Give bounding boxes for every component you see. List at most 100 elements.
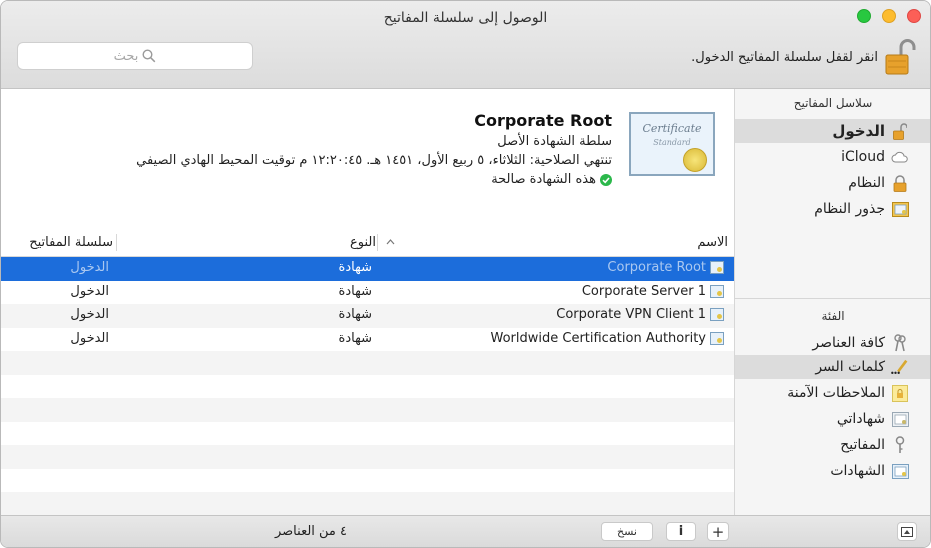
row-name: Corporate VPN Client 1 bbox=[556, 307, 706, 322]
certificate-icon bbox=[710, 261, 724, 274]
sidebar-divider bbox=[735, 298, 930, 299]
sidebar-item-icloud[interactable]: iCloud bbox=[735, 145, 930, 169]
sort-ascending-icon[interactable] bbox=[386, 239, 395, 245]
zoom-window-button[interactable] bbox=[857, 9, 871, 23]
row-keychain: الدخول bbox=[70, 330, 109, 346]
row-name: Worldwide Certification Authority bbox=[490, 330, 706, 346]
category-header: الفئة bbox=[821, 309, 845, 323]
keychains-header: سلاسل المفاتيح bbox=[793, 96, 873, 110]
sidebar-item-label: الشهادات bbox=[830, 463, 885, 479]
key-icon bbox=[891, 436, 909, 454]
toolbar: الوصول إلى سلسلة المفاتيح بحث انقر لقفل … bbox=[1, 1, 930, 89]
certificate-preview-title: Certificate bbox=[642, 122, 702, 135]
sidebar-item-label: الدخول bbox=[832, 122, 885, 140]
search-field[interactable]: بحث bbox=[17, 42, 253, 70]
certificate-icon bbox=[710, 284, 724, 298]
unlocked-padlock-icon bbox=[891, 122, 909, 140]
my-certificate-icon bbox=[891, 410, 909, 428]
secure-note-icon bbox=[891, 384, 909, 402]
sidebar-toggle-icon bbox=[901, 526, 913, 537]
empty-row bbox=[1, 445, 734, 469]
column-divider[interactable] bbox=[377, 234, 378, 251]
toggle-sidebar-button[interactable] bbox=[897, 522, 917, 541]
items-table: Corporate Root شهادة الدخول Corporate Se… bbox=[1, 257, 734, 516]
certificate-type: سلطة الشهادة الأصل bbox=[497, 134, 612, 149]
sidebar-item-label: جذور النظام bbox=[814, 201, 885, 217]
empty-row bbox=[1, 492, 734, 516]
certificate-icon bbox=[891, 462, 909, 480]
item-count: ٤ من العناصر bbox=[274, 524, 348, 539]
main-pane: Certificate Standard Corporate Root سلطة… bbox=[1, 89, 734, 516]
empty-row bbox=[1, 422, 734, 446]
sidebar-item-label: كافة العناصر bbox=[812, 335, 885, 351]
minimize-window-button[interactable] bbox=[882, 9, 896, 23]
sidebar-item-passwords[interactable]: كلمات السر bbox=[735, 355, 930, 379]
search-placeholder: بحث bbox=[113, 48, 139, 64]
certificate-info: Corporate Root سلطة الشهادة الأصل تنتهي … bbox=[136, 111, 612, 187]
row-keychain: الدخول bbox=[70, 283, 109, 299]
all-items-icon bbox=[891, 334, 909, 352]
row-name: Corporate Root bbox=[607, 260, 706, 275]
empty-row bbox=[1, 375, 734, 399]
sidebar-item-keys[interactable]: المفاتيح bbox=[735, 433, 930, 457]
valid-checkmark-icon bbox=[600, 173, 612, 186]
row-kind: شهادة bbox=[338, 330, 372, 346]
row-kind: شهادة bbox=[338, 307, 372, 322]
sidebar-item-label: النظام bbox=[848, 175, 885, 191]
column-header-keychain[interactable]: سلسلة المفاتيح bbox=[29, 235, 113, 250]
locked-padlock-icon bbox=[891, 174, 909, 192]
sidebar-item-system[interactable]: النظام bbox=[735, 171, 930, 195]
table-row[interactable]: Corporate VPN Client 1 شهادة الدخول bbox=[1, 304, 734, 328]
table-row[interactable]: Worldwide Certification Authority شهادة … bbox=[1, 328, 734, 352]
sidebar-item-system-roots[interactable]: جذور النظام bbox=[735, 197, 930, 221]
certificate-icon bbox=[710, 331, 724, 345]
row-kind: شهادة bbox=[338, 283, 372, 299]
column-header-name[interactable]: الاسم bbox=[697, 235, 728, 250]
certificate-preview-icon: Certificate Standard bbox=[629, 112, 715, 176]
certificate-expiry: تنتهي الصلاحية: الثلاثاء، ٥ ربيع الأول، … bbox=[136, 153, 612, 168]
sidebar-item-login[interactable]: الدخول bbox=[735, 119, 930, 143]
certificate-preview-subtitle: Standard bbox=[653, 138, 691, 147]
pencil-dots-icon bbox=[891, 358, 909, 376]
certificate-icon bbox=[710, 308, 724, 321]
copy-button[interactable]: نسخ bbox=[601, 522, 653, 541]
window-title: الوصول إلى سلسلة المفاتيح bbox=[383, 10, 548, 26]
sidebar-item-label: المفاتيح bbox=[840, 437, 885, 453]
row-name: Corporate Server 1 bbox=[581, 283, 706, 299]
unlocked-padlock-icon[interactable] bbox=[884, 38, 916, 76]
sidebar-item-all-items[interactable]: كافة العناصر bbox=[735, 331, 930, 355]
sidebar-item-label: كلمات السر bbox=[815, 359, 885, 375]
table-row[interactable]: Corporate Root شهادة الدخول bbox=[1, 257, 734, 281]
sidebar-item-label: شهاداتي bbox=[836, 411, 885, 427]
sidebar-item-my-certificates[interactable]: شهاداتي bbox=[735, 407, 930, 431]
empty-row bbox=[1, 398, 734, 422]
row-keychain: الدخول bbox=[70, 260, 109, 275]
certificate-status-text: هذه الشهادة صالحة bbox=[491, 172, 596, 187]
sidebar-item-certificates[interactable]: الشهادات bbox=[735, 459, 930, 483]
table-row[interactable]: Corporate Server 1 شهادة الدخول bbox=[1, 281, 734, 305]
certificate-status: هذه الشهادة صالحة bbox=[136, 172, 612, 187]
table-header: الاسم النوع سلسلة المفاتيح bbox=[1, 229, 734, 257]
info-button[interactable]: i bbox=[666, 522, 696, 541]
close-window-button[interactable] bbox=[907, 9, 921, 23]
sidebar-item-label: الملاحظات الآمنة bbox=[787, 385, 885, 401]
certificate-folder-icon bbox=[891, 200, 909, 218]
empty-row bbox=[1, 469, 734, 493]
column-divider[interactable] bbox=[116, 234, 117, 251]
sidebar-item-label: iCloud bbox=[841, 149, 885, 165]
keychain-access-window: الوصول إلى سلسلة المفاتيح بحث انقر لقفل … bbox=[0, 0, 931, 548]
cloud-icon bbox=[891, 148, 909, 166]
empty-row bbox=[1, 351, 734, 375]
row-kind: شهادة bbox=[338, 260, 372, 275]
row-keychain: الدخول bbox=[70, 307, 109, 322]
certificate-seal-icon bbox=[683, 148, 707, 172]
lock-instruction-text: انقر لقفل سلسلة المفاتيح الدخول. bbox=[691, 49, 878, 65]
sidebar: سلاسل المفاتيح الدخول iCloud النظام جذور… bbox=[734, 89, 930, 515]
column-header-kind[interactable]: النوع bbox=[350, 235, 376, 250]
status-bar: + i نسخ ٤ من العناصر bbox=[1, 515, 930, 547]
lock-keychain-control[interactable]: انقر لقفل سلسلة المفاتيح الدخول. bbox=[691, 37, 916, 77]
sidebar-item-secure-notes[interactable]: الملاحظات الآمنة bbox=[735, 381, 930, 405]
add-item-button[interactable]: + bbox=[707, 522, 729, 541]
search-icon bbox=[142, 49, 156, 63]
certificate-name: Corporate Root bbox=[474, 111, 612, 130]
